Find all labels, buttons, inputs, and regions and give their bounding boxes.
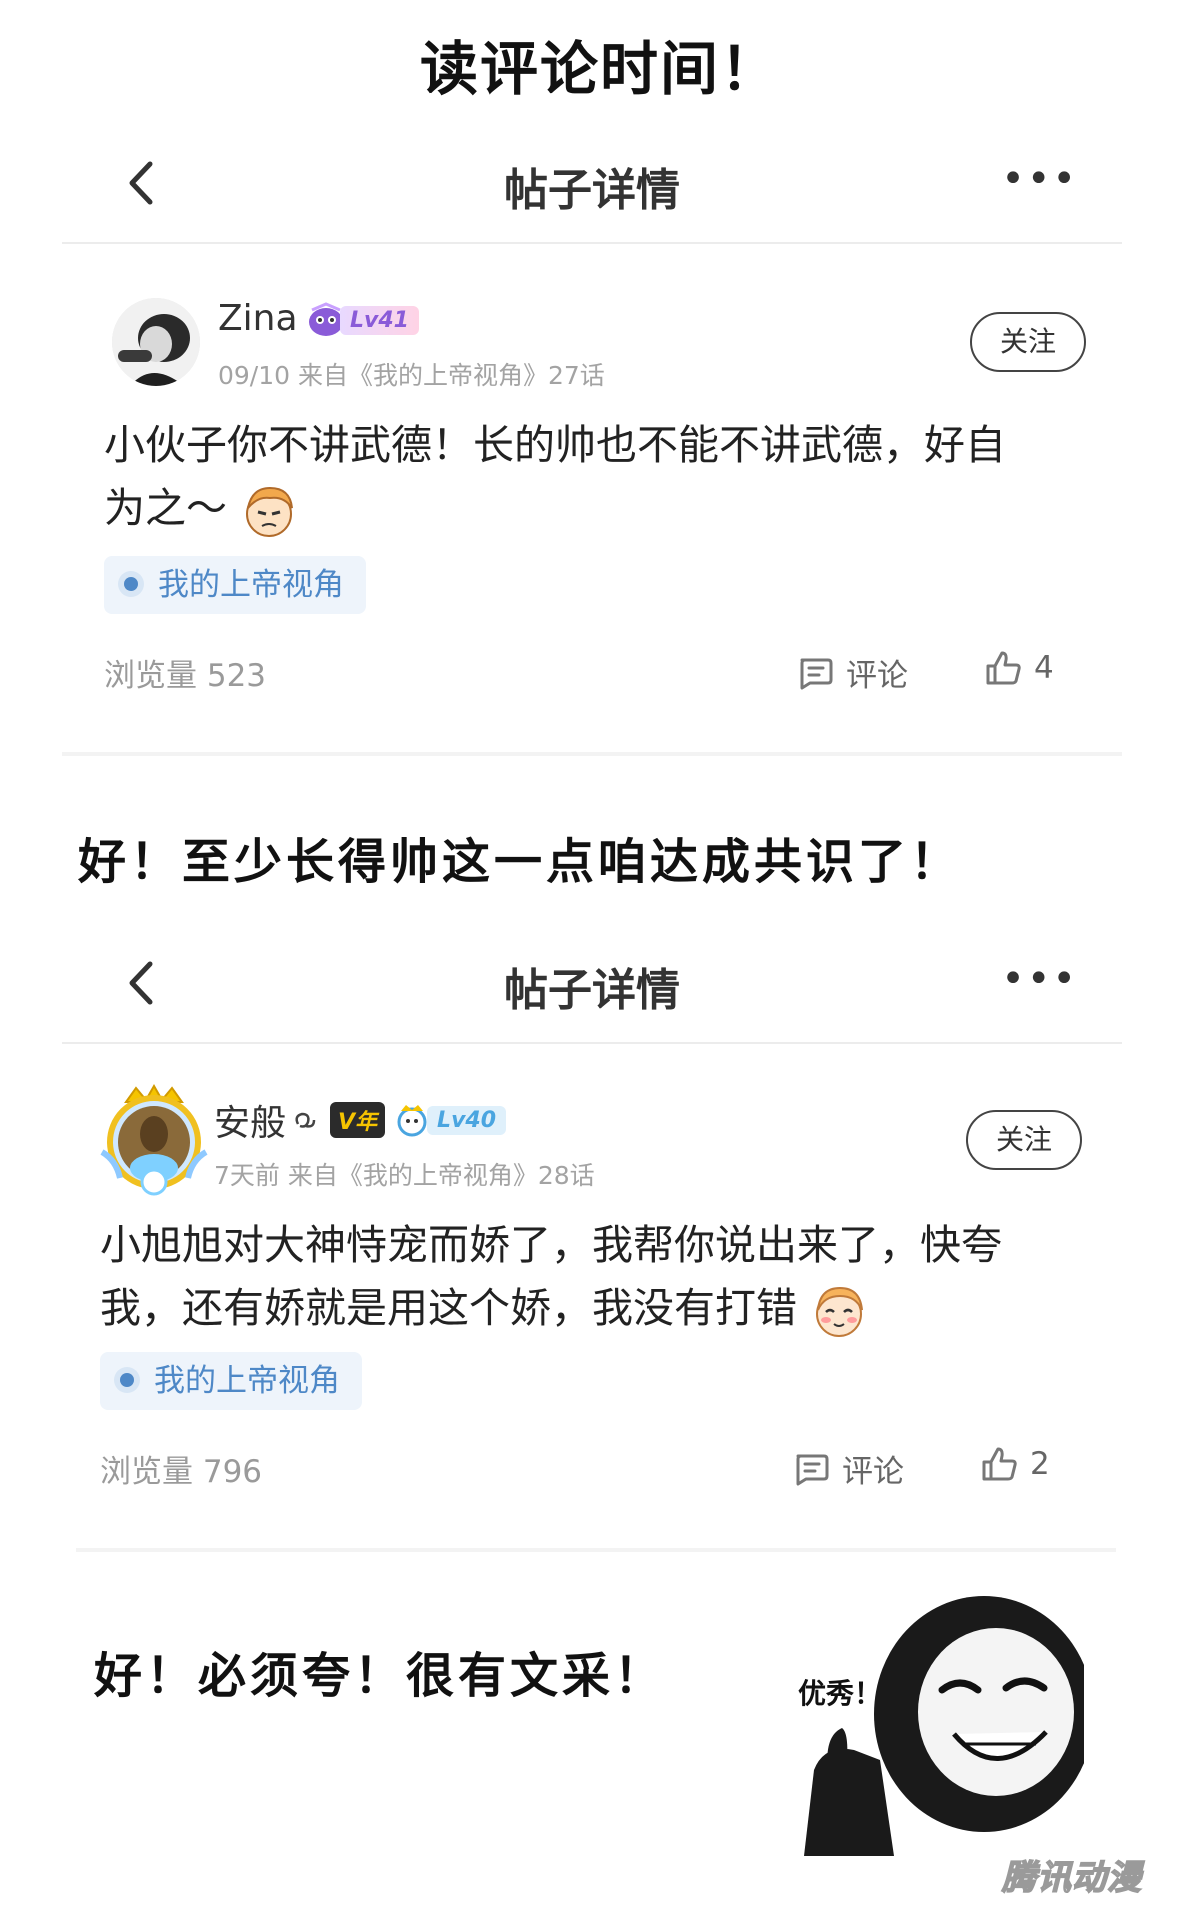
like-button[interactable]: 2 (980, 1446, 1050, 1482)
avatar-frame-image (100, 1083, 208, 1196)
topic-tag[interactable]: 我的上帝视角 (100, 1352, 362, 1410)
avatar-image (112, 298, 200, 386)
post-meta: 09/10 来自《我的上帝视角》27话 (218, 361, 605, 390)
tag-label: 我的上帝视角 (158, 567, 344, 603)
swirl-icon (295, 1112, 316, 1128)
comment-label: 评论 (842, 1454, 904, 1490)
content-text: 为之～ (104, 484, 227, 532)
content-line: 小伙子你不讲武德！长的帅也不能不讲武德，好自 (104, 421, 1006, 469)
nav-title: 帖子详情 (504, 165, 680, 216)
level-badge-group: Lv41 (306, 302, 419, 338)
face-sticker-icon (246, 486, 294, 537)
tag-dot-icon (120, 1372, 134, 1387)
like-button[interactable]: 4 (984, 650, 1054, 686)
tag-dot-icon (124, 576, 138, 591)
username[interactable]: Zina (218, 298, 298, 339)
view-count: 浏览量 796 (100, 1454, 263, 1490)
avatar[interactable] (96, 1082, 212, 1198)
section-divider (76, 1548, 1116, 1552)
post-header-bar-2: 帖子详情 ••• (62, 930, 1122, 1040)
blushing-face-sticker-icon (816, 1286, 864, 1337)
follow-button[interactable]: 关注 (970, 312, 1086, 372)
comment-label: 评论 (846, 658, 908, 694)
view-count: 浏览量 523 (104, 658, 267, 694)
follow-button[interactable]: 关注 (966, 1110, 1082, 1170)
level-badge: Lv41 (340, 305, 419, 335)
username[interactable]: 安般 (214, 1094, 286, 1146)
level-badge: Lv40 (427, 1105, 507, 1135)
panda-thumbs-up-illustration (784, 1594, 1094, 1856)
meme-text: 优秀！ (798, 1677, 883, 1710)
user-line: 安般 V年 Lv40 (214, 1094, 507, 1146)
caption: 好！至少长得帅这一点咱达成共识了！ (78, 834, 963, 890)
topic-tag[interactable]: 我的上帝视角 (104, 556, 366, 614)
watermark-logo: 腾讯动漫 (1001, 1857, 1142, 1899)
post-header-bar-1: 帖子详情 ••• (62, 130, 1122, 240)
comment-button[interactable]: 评论 (796, 650, 908, 695)
nav-title: 帖子详情 (504, 965, 680, 1016)
avatar[interactable] (112, 298, 200, 386)
more-options-icon[interactable]: ••• (1001, 156, 1078, 202)
more-options-icon[interactable]: ••• (1001, 956, 1078, 1002)
like-count: 2 (1030, 1446, 1050, 1482)
thumbs-up-icon (986, 651, 1021, 685)
page-title: 读评论时间！ (419, 35, 780, 103)
header-divider (62, 242, 1122, 244)
comment-button[interactable]: 评论 (792, 1446, 904, 1491)
post-content: 小伙子你不讲武德！长的帅也不能不讲武德，好自 为之～ (104, 414, 1044, 540)
vip-badge: V年 (330, 1102, 386, 1138)
like-count: 4 (1034, 650, 1054, 686)
header-divider (62, 1042, 1122, 1044)
content-text: 我，还有娇就是用这个娇，我没有打错 (100, 1284, 797, 1332)
post-meta: 7天前 来自《我的上帝视角》28话 (214, 1161, 595, 1190)
section-divider (62, 752, 1122, 756)
content-line-2: 为之～ (104, 477, 1044, 540)
comment-icon (800, 658, 833, 689)
comment-icon (796, 1454, 829, 1485)
post-content: 小旭旭对大神恃宠而娇了，我帮你说出来了，快夸 我，还有娇就是用这个娇，我没有打错 (100, 1214, 1040, 1340)
panda-meme-image: 优秀！ (784, 1594, 1094, 1856)
level-mascot-icon (397, 1105, 427, 1137)
content-line-2: 我，还有娇就是用这个娇，我没有打错 (100, 1277, 1040, 1340)
content-line: 小旭旭对大神恃宠而娇了，我帮你说出来了，快夸 (100, 1221, 1002, 1269)
tag-label: 我的上帝视角 (154, 1363, 340, 1399)
thumbs-up-icon (982, 1447, 1017, 1481)
caption: 好！必须夸！很有文采！ (94, 1648, 667, 1704)
